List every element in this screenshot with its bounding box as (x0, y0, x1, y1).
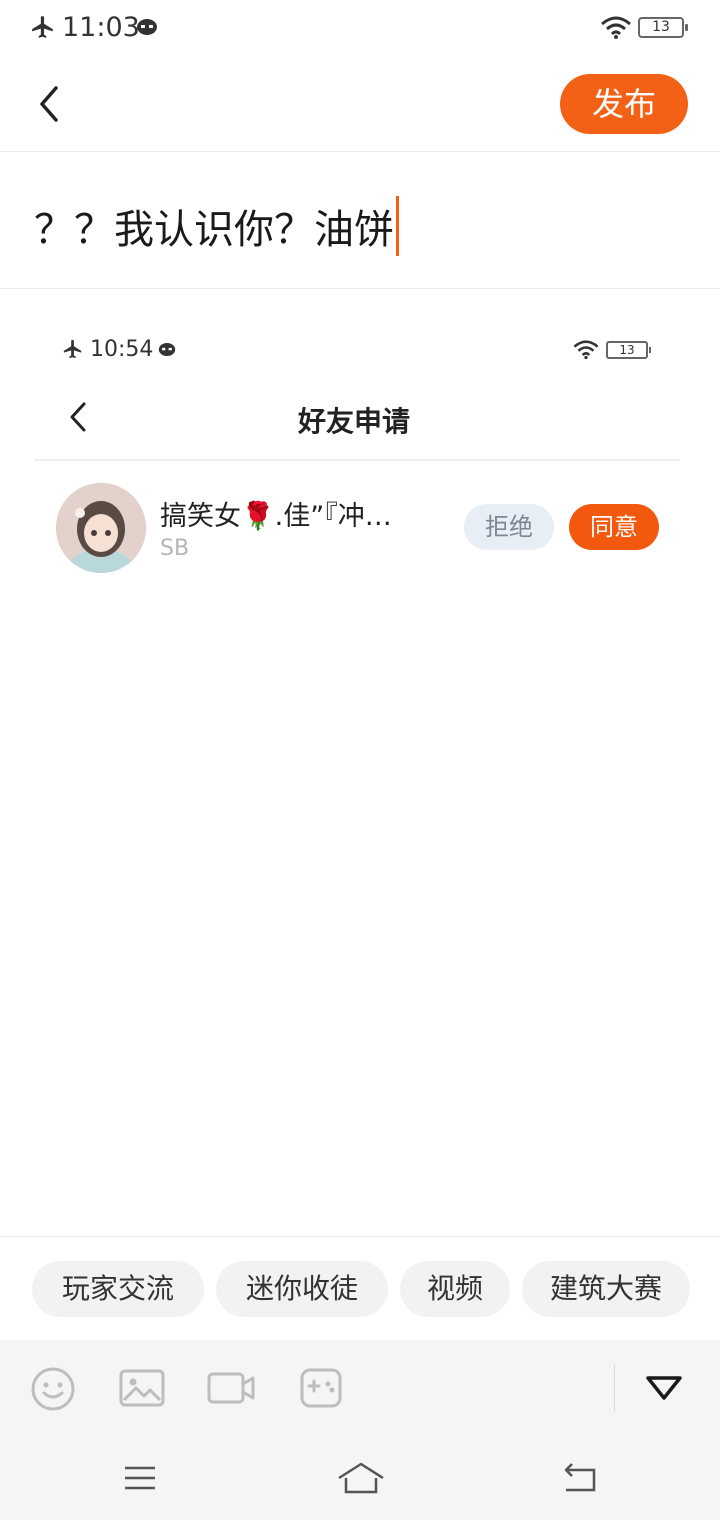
divider (34, 459, 680, 461)
agree-button: 同意 (569, 504, 659, 550)
back-button[interactable] (28, 80, 72, 128)
emoji-icon[interactable] (30, 1366, 76, 1412)
wifi-icon (573, 340, 599, 360)
battery-indicator: 13 (638, 17, 688, 38)
tag-player-exchange[interactable]: 玩家交流 (32, 1261, 204, 1317)
tag-building-contest[interactable]: 建筑大赛 (522, 1261, 690, 1317)
text-caret (396, 196, 399, 256)
menu-icon[interactable] (122, 1460, 158, 1496)
back-icon[interactable] (560, 1460, 600, 1496)
image-icon[interactable] (118, 1366, 166, 1410)
app-notification-icon (137, 19, 157, 35)
battery-indicator: 13 (606, 341, 651, 359)
avatar (56, 483, 146, 573)
toolbar-separator (614, 1364, 615, 1412)
game-icon[interactable] (298, 1366, 344, 1410)
post-text: ？？我认识你？油饼 (34, 207, 394, 253)
status-bar: 11:03 13 (0, 0, 720, 56)
embedded-status-time: 10:54 (90, 337, 154, 362)
app-notification-icon (158, 342, 176, 357)
tag-mini-apprentice[interactable]: 迷你收徒 (216, 1261, 388, 1317)
airplane-mode-icon (32, 16, 53, 38)
request-note: SB (160, 536, 190, 561)
embedded-page-title: 好友申请 (297, 405, 410, 438)
airplane-mode-icon (63, 339, 82, 359)
wifi-icon (601, 16, 631, 39)
reject-button: 拒绝 (464, 504, 554, 550)
top-bar: 发布 (0, 56, 720, 152)
collapse-icon[interactable] (644, 1372, 684, 1404)
compose-toolbar (0, 1340, 720, 1438)
attached-screenshot[interactable]: 10:54 13 好友申请 搞笑女🌹.佳”『冲… SB 拒绝 同意 (0, 300, 720, 640)
system-nav-bar (0, 1438, 720, 1520)
status-time: 11:03 (62, 12, 140, 43)
tag-video[interactable]: 视频 (400, 1261, 510, 1317)
video-icon[interactable] (206, 1366, 256, 1410)
topic-tags: 玩家交流 迷你收徒 视频 建筑大赛 (0, 1236, 720, 1340)
publish-button[interactable]: 发布 (560, 74, 688, 134)
divider (0, 288, 720, 289)
request-username: 搞笑女🌹.佳”『冲… (160, 501, 392, 532)
home-icon[interactable] (336, 1460, 386, 1496)
post-text-input[interactable]: ？？我认识你？油饼 (34, 196, 399, 256)
